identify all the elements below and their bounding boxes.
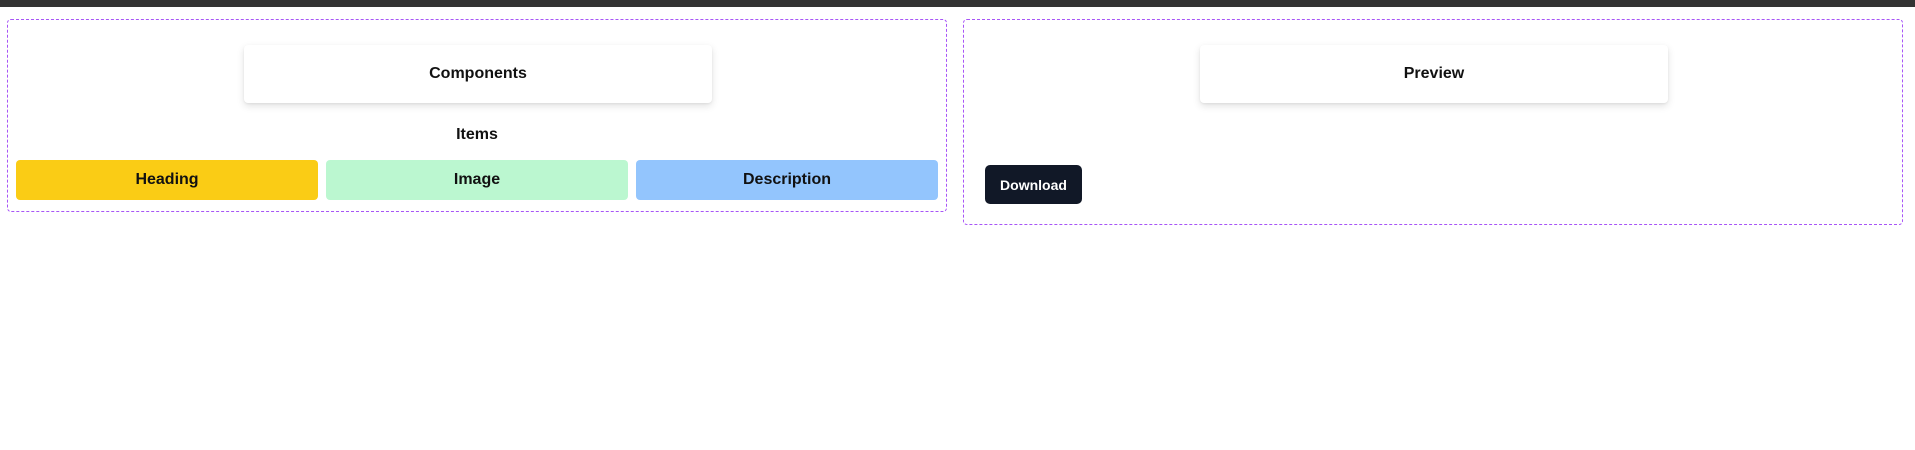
top-bar — [0, 0, 1915, 7]
items-label: Items — [456, 126, 498, 143]
item-image[interactable]: Image — [326, 160, 628, 200]
components-header: Components — [244, 45, 712, 103]
components-title: Components — [429, 65, 527, 82]
item-heading-label: Heading — [135, 171, 199, 188]
preview-header: Preview — [1200, 45, 1668, 103]
preview-panel: Preview Download — [963, 19, 1903, 225]
item-image-label: Image — [453, 171, 501, 188]
components-panel: Components Items Heading Image Descripti… — [7, 19, 947, 212]
items-row: Heading Image Description — [16, 160, 938, 200]
preview-title: Preview — [1403, 65, 1465, 82]
item-description[interactable]: Description — [636, 160, 938, 200]
download-button[interactable]: Download — [985, 165, 1082, 204]
item-description-label: Description — [742, 171, 831, 188]
item-heading[interactable]: Heading — [16, 160, 318, 200]
